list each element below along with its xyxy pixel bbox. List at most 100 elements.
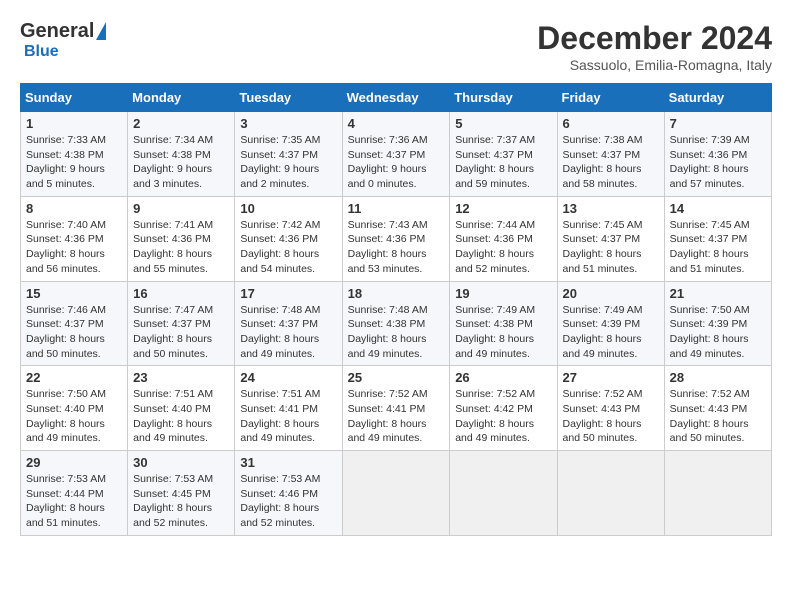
calendar-cell	[557, 451, 664, 536]
cell-details: Sunrise: 7:45 AMSunset: 4:37 PMDaylight:…	[670, 218, 766, 277]
calendar-cell: 28Sunrise: 7:52 AMSunset: 4:43 PMDayligh…	[664, 366, 771, 451]
day-number: 31	[240, 455, 336, 470]
day-number: 11	[348, 201, 445, 216]
cell-details: Sunrise: 7:41 AMSunset: 4:36 PMDaylight:…	[133, 218, 229, 277]
day-number: 3	[240, 116, 336, 131]
calendar-cell: 26Sunrise: 7:52 AMSunset: 4:42 PMDayligh…	[450, 366, 557, 451]
calendar-cell: 20 Sunrise: 7:49 AMSunset: 4:39 PMDayligh…	[557, 281, 664, 366]
calendar-cell: 22 Sunrise: 7:50 AMSunset: 4:40 PMDayligh…	[21, 366, 128, 451]
header-monday: Monday	[128, 84, 235, 112]
cell-details: Sunrise: 7:51 AMSunset: 4:40 PMDaylight:…	[133, 387, 229, 446]
calendar-cell: 8Sunrise: 7:40 AMSunset: 4:36 PMDaylight…	[21, 196, 128, 281]
calendar-cell: 4 Sunrise: 7:36 AMSunset: 4:37 PMDaylight…	[342, 112, 450, 197]
cell-details: Sunrise: 7:50 AMSunset: 4:40 PMDaylight:…	[26, 387, 122, 446]
day-number: 18	[348, 286, 445, 301]
calendar-cell: 3 Sunrise: 7:35 AMSunset: 4:37 PMDaylight…	[235, 112, 342, 197]
cell-details: Sunrise: 7:33 AMSunset: 4:38 PMDaylight:…	[26, 133, 122, 192]
day-number: 29	[26, 455, 122, 470]
month-title: December 2024	[537, 20, 772, 57]
cell-details: Sunrise: 7:36 AMSunset: 4:37 PMDaylight:…	[348, 133, 445, 192]
calendar-header-row: SundayMondayTuesdayWednesdayThursdayFrid…	[21, 84, 772, 112]
calendar-week-row: 29 Sunrise: 7:53 AMSunset: 4:44 PMDayligh…	[21, 451, 772, 536]
calendar-cell: 10 Sunrise: 7:42 AMSunset: 4:36 PMDayligh…	[235, 196, 342, 281]
logo-blue: Blue	[24, 43, 59, 61]
cell-details: Sunrise: 7:51 AMSunset: 4:41 PMDaylight:…	[240, 387, 336, 446]
cell-details: Sunrise: 7:46 AMSunset: 4:37 PMDaylight:…	[26, 303, 122, 362]
calendar-cell: 16 Sunrise: 7:47 AMSunset: 4:37 PMDayligh…	[128, 281, 235, 366]
day-number: 10	[240, 201, 336, 216]
calendar-cell: 14 Sunrise: 7:45 AMSunset: 4:37 PMDayligh…	[664, 196, 771, 281]
location-subtitle: Sassuolo, Emilia-Romagna, Italy	[537, 57, 772, 73]
calendar-week-row: 1 Sunrise: 7:33 AMSunset: 4:38 PMDaylight…	[21, 112, 772, 197]
day-number: 24	[240, 370, 336, 385]
day-number: 25	[348, 370, 445, 385]
cell-details: Sunrise: 7:47 AMSunset: 4:37 PMDaylight:…	[133, 303, 229, 362]
calendar-cell	[664, 451, 771, 536]
day-number: 22	[26, 370, 122, 385]
title-section: December 2024 Sassuolo, Emilia-Romagna, …	[537, 20, 772, 73]
cell-details: Sunrise: 7:43 AMSunset: 4:36 PMDaylight:…	[348, 218, 445, 277]
day-number: 27	[563, 370, 659, 385]
calendar-cell: 17Sunrise: 7:48 AMSunset: 4:37 PMDayligh…	[235, 281, 342, 366]
cell-details: Sunrise: 7:39 AMSunset: 4:36 PMDaylight:…	[670, 133, 766, 192]
day-number: 21	[670, 286, 766, 301]
calendar-table: SundayMondayTuesdayWednesdayThursdayFrid…	[20, 83, 772, 536]
cell-details: Sunrise: 7:49 AMSunset: 4:38 PMDaylight:…	[455, 303, 551, 362]
calendar-cell: 27 Sunrise: 7:52 AMSunset: 4:43 PMDayligh…	[557, 366, 664, 451]
calendar-cell: 18 Sunrise: 7:48 AMSunset: 4:38 PMDayligh…	[342, 281, 450, 366]
day-number: 19	[455, 286, 551, 301]
cell-details: Sunrise: 7:42 AMSunset: 4:36 PMDaylight:…	[240, 218, 336, 277]
cell-details: Sunrise: 7:44 AMSunset: 4:36 PMDaylight:…	[455, 218, 551, 277]
calendar-cell: 13Sunrise: 7:45 AMSunset: 4:37 PMDayligh…	[557, 196, 664, 281]
calendar-cell: 7Sunrise: 7:39 AMSunset: 4:36 PMDaylight…	[664, 112, 771, 197]
header-wednesday: Wednesday	[342, 84, 450, 112]
calendar-cell: 15 Sunrise: 7:46 AMSunset: 4:37 PMDayligh…	[21, 281, 128, 366]
header-thursday: Thursday	[450, 84, 557, 112]
calendar-week-row: 15 Sunrise: 7:46 AMSunset: 4:37 PMDayligh…	[21, 281, 772, 366]
calendar-week-row: 8Sunrise: 7:40 AMSunset: 4:36 PMDaylight…	[21, 196, 772, 281]
day-number: 8	[26, 201, 122, 216]
logo: General Blue	[20, 20, 106, 61]
day-number: 14	[670, 201, 766, 216]
cell-details: Sunrise: 7:52 AMSunset: 4:43 PMDaylight:…	[563, 387, 659, 446]
cell-details: Sunrise: 7:48 AMSunset: 4:38 PMDaylight:…	[348, 303, 445, 362]
header-saturday: Saturday	[664, 84, 771, 112]
day-number: 16	[133, 286, 229, 301]
calendar-cell: 21 Sunrise: 7:50 AMSunset: 4:39 PMDayligh…	[664, 281, 771, 366]
calendar-cell: 23 Sunrise: 7:51 AMSunset: 4:40 PMDayligh…	[128, 366, 235, 451]
calendar-cell: 5Sunrise: 7:37 AMSunset: 4:37 PMDaylight…	[450, 112, 557, 197]
cell-details: Sunrise: 7:53 AMSunset: 4:44 PMDaylight:…	[26, 472, 122, 531]
calendar-week-row: 22 Sunrise: 7:50 AMSunset: 4:40 PMDayligh…	[21, 366, 772, 451]
day-number: 26	[455, 370, 551, 385]
logo-triangle-icon	[96, 22, 106, 40]
calendar-cell: 9 Sunrise: 7:41 AMSunset: 4:36 PMDaylight…	[128, 196, 235, 281]
cell-details: Sunrise: 7:35 AMSunset: 4:37 PMDaylight:…	[240, 133, 336, 192]
calendar-cell: 6Sunrise: 7:38 AMSunset: 4:37 PMDaylight…	[557, 112, 664, 197]
day-number: 23	[133, 370, 229, 385]
page-header: General Blue December 2024 Sassuolo, Emi…	[20, 20, 772, 73]
calendar-cell: 31Sunrise: 7:53 AMSunset: 4:46 PMDayligh…	[235, 451, 342, 536]
day-number: 13	[563, 201, 659, 216]
logo-general: General	[20, 20, 94, 43]
day-number: 30	[133, 455, 229, 470]
cell-details: Sunrise: 7:37 AMSunset: 4:37 PMDaylight:…	[455, 133, 551, 192]
calendar-cell: 19 Sunrise: 7:49 AMSunset: 4:38 PMDayligh…	[450, 281, 557, 366]
day-number: 20	[563, 286, 659, 301]
day-number: 4	[348, 116, 445, 131]
calendar-cell: 11 Sunrise: 7:43 AMSunset: 4:36 PMDayligh…	[342, 196, 450, 281]
cell-details: Sunrise: 7:50 AMSunset: 4:39 PMDaylight:…	[670, 303, 766, 362]
header-sunday: Sunday	[21, 84, 128, 112]
cell-details: Sunrise: 7:53 AMSunset: 4:45 PMDaylight:…	[133, 472, 229, 531]
day-number: 1	[26, 116, 122, 131]
calendar-cell: 1 Sunrise: 7:33 AMSunset: 4:38 PMDaylight…	[21, 112, 128, 197]
calendar-cell: 30 Sunrise: 7:53 AMSunset: 4:45 PMDayligh…	[128, 451, 235, 536]
cell-details: Sunrise: 7:49 AMSunset: 4:39 PMDaylight:…	[563, 303, 659, 362]
day-number: 6	[563, 116, 659, 131]
day-number: 9	[133, 201, 229, 216]
day-number: 12	[455, 201, 551, 216]
day-number: 15	[26, 286, 122, 301]
cell-details: Sunrise: 7:48 AMSunset: 4:37 PMDaylight:…	[240, 303, 336, 362]
cell-details: Sunrise: 7:52 AMSunset: 4:43 PMDaylight:…	[670, 387, 766, 446]
header-tuesday: Tuesday	[235, 84, 342, 112]
cell-details: Sunrise: 7:34 AMSunset: 4:38 PMDaylight:…	[133, 133, 229, 192]
